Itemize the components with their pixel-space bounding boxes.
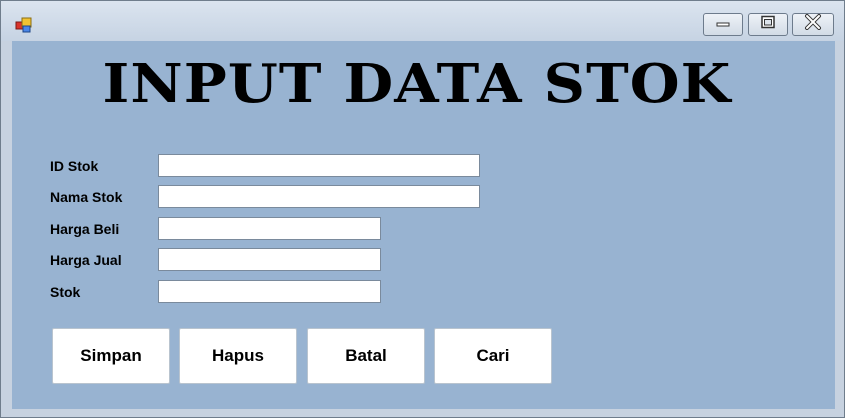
nama-stok-label: Nama Stok (50, 189, 123, 205)
minimize-icon (715, 16, 731, 34)
close-icon (804, 14, 822, 35)
title-bar[interactable] (1, 1, 844, 41)
simpan-button[interactable]: Simpan (52, 328, 170, 384)
hapus-button[interactable]: Hapus (179, 328, 297, 384)
id-stok-field[interactable] (158, 154, 480, 177)
harga-beli-field[interactable] (158, 217, 381, 240)
harga-jual-label: Harga Jual (50, 252, 122, 268)
nama-stok-input[interactable] (159, 186, 479, 207)
minimize-button[interactable] (703, 13, 743, 36)
stok-field[interactable] (158, 280, 381, 303)
app-icon (15, 16, 33, 34)
page-title: INPUT DATA STOK (102, 53, 732, 115)
harga-jual-field[interactable] (158, 248, 381, 271)
form-area: INPUT DATA STOK ID Stok Nama Stok Harga … (12, 41, 835, 409)
harga-beli-label: Harga Beli (50, 221, 120, 237)
stok-input[interactable] (159, 281, 380, 302)
batal-button[interactable]: Batal (307, 328, 425, 384)
harga-jual-input[interactable] (159, 249, 380, 270)
cari-button[interactable]: Cari (434, 328, 552, 384)
app-window: INPUT DATA STOK ID Stok Nama Stok Harga … (0, 0, 845, 418)
maximize-icon (760, 15, 776, 34)
stok-label: Stok (50, 284, 81, 300)
id-stok-input[interactable] (159, 155, 479, 176)
close-button[interactable] (792, 13, 834, 36)
maximize-button[interactable] (748, 13, 788, 36)
harga-beli-input[interactable] (159, 218, 380, 239)
id-stok-label: ID Stok (50, 158, 99, 174)
nama-stok-field[interactable] (158, 185, 480, 208)
